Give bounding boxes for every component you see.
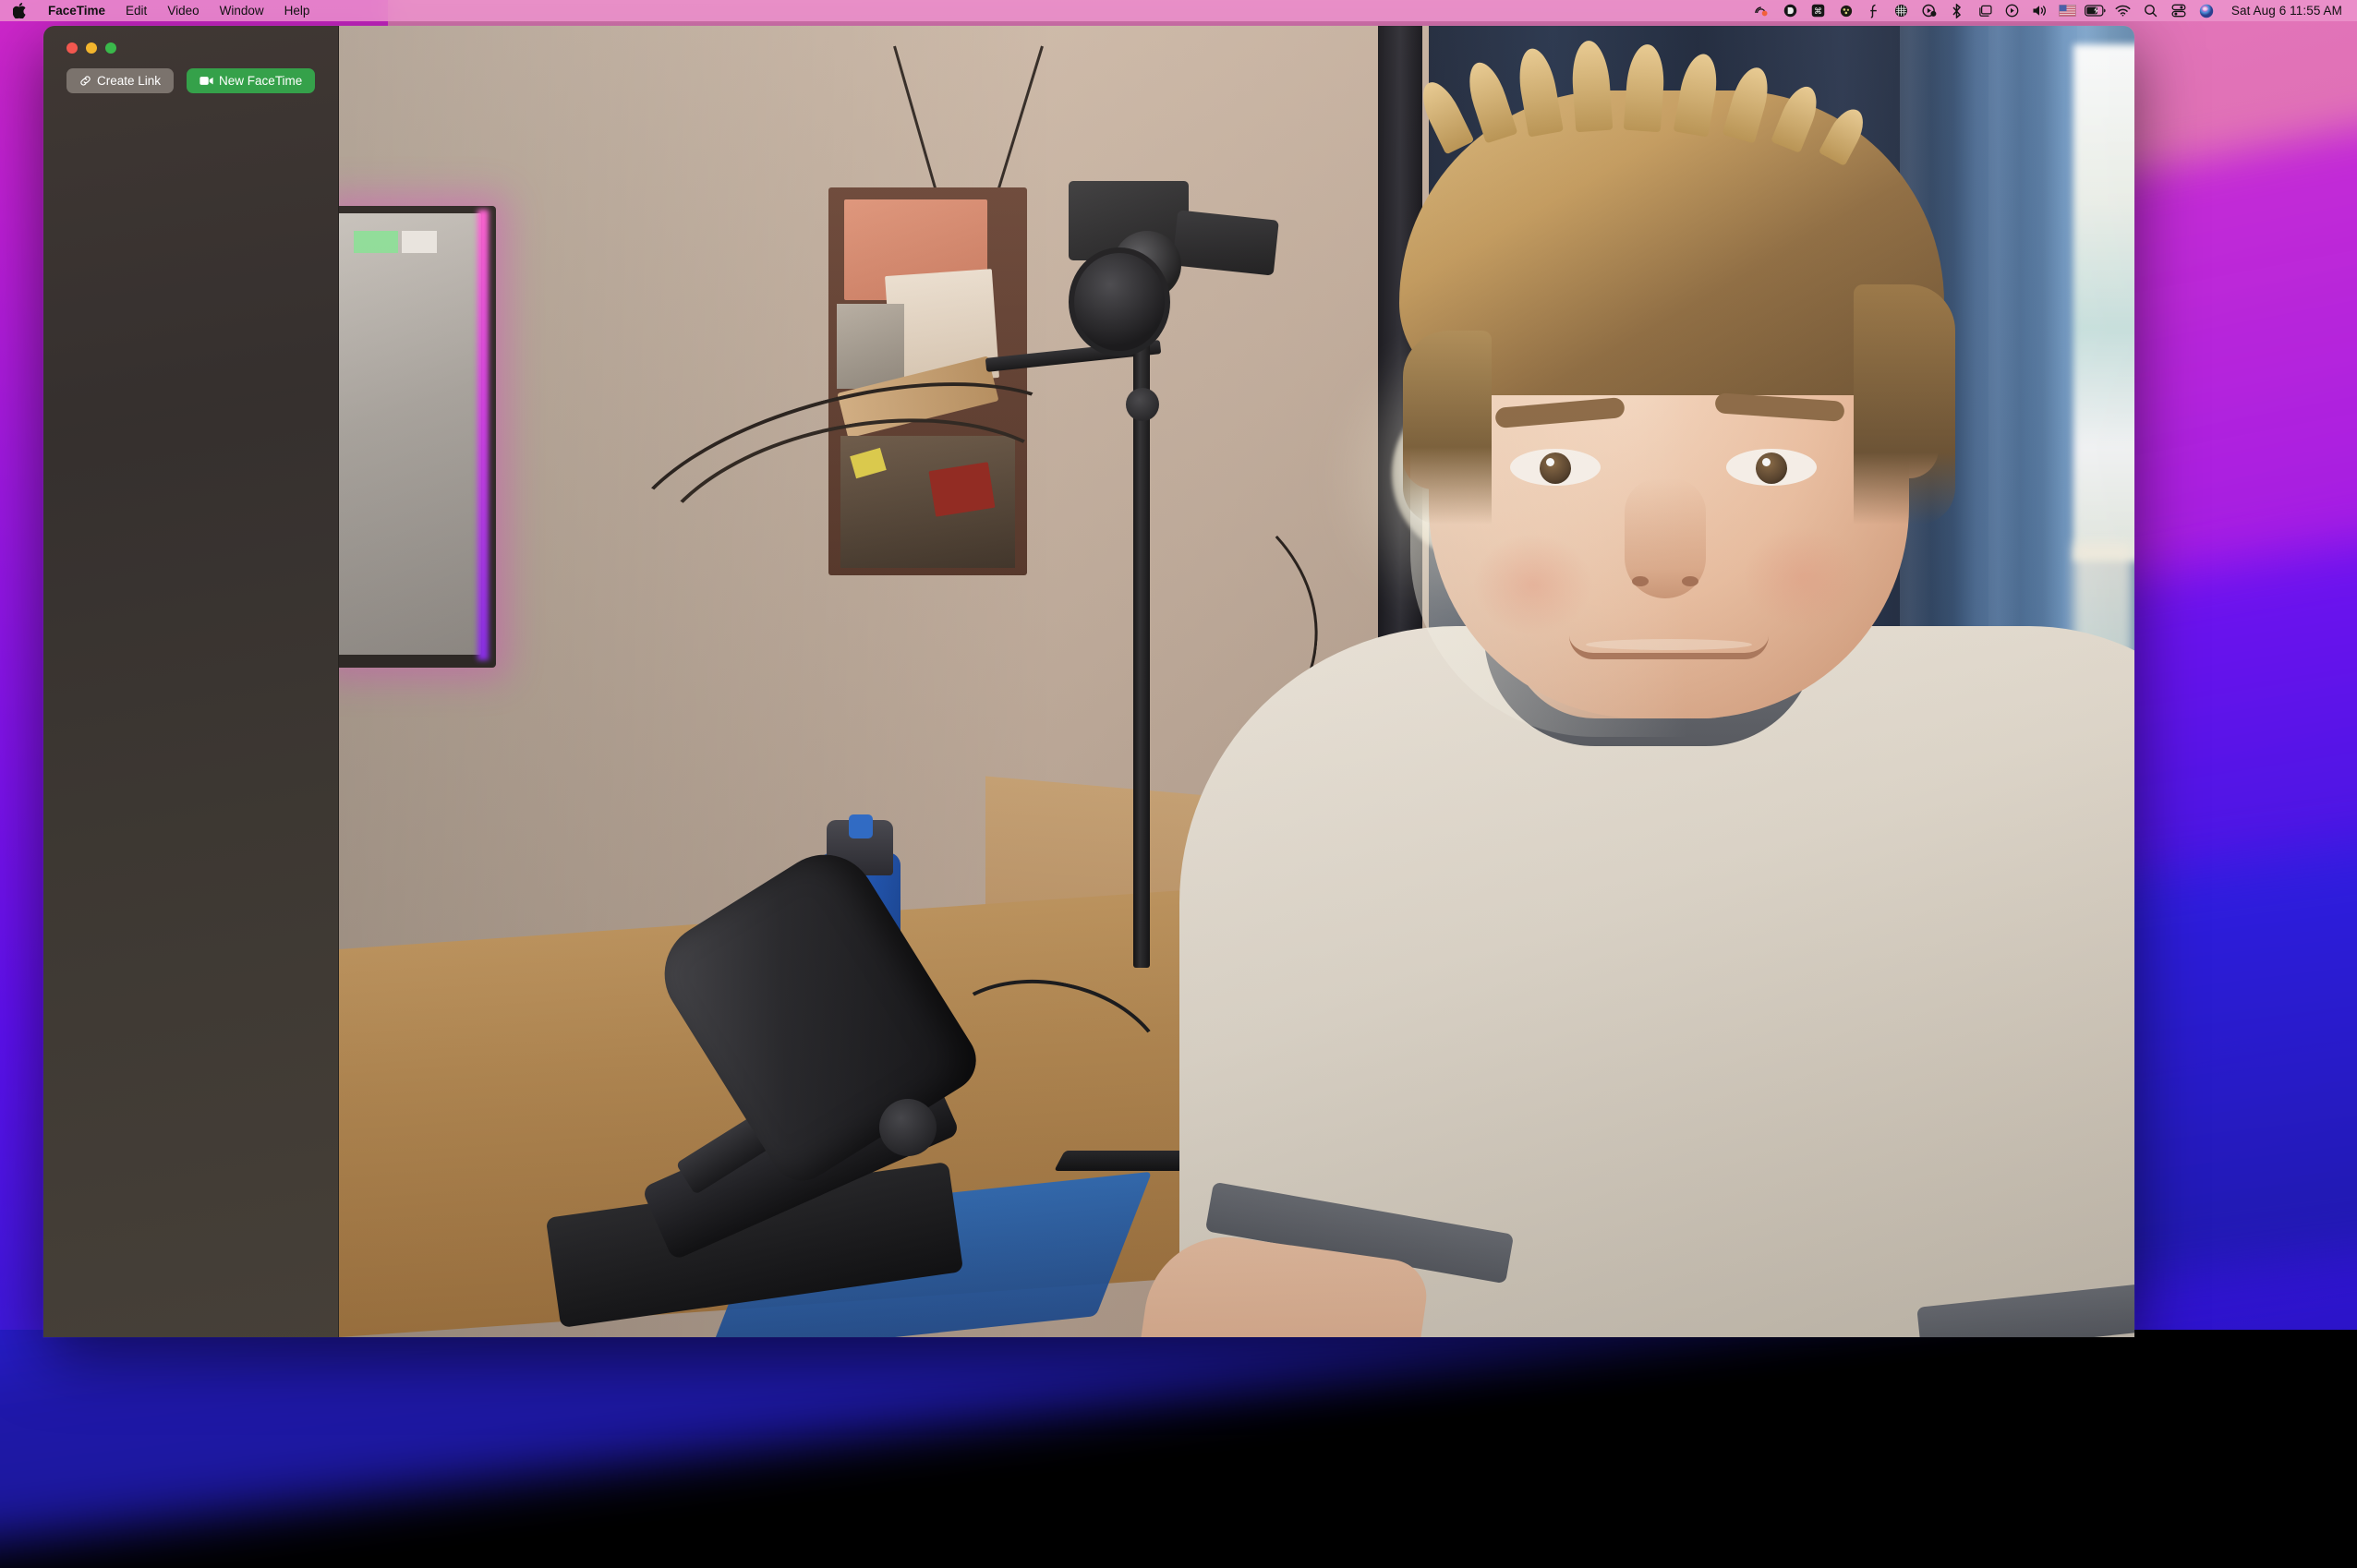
create-link-label: Create Link xyxy=(97,74,161,88)
menu-bar-left-group: FaceTime Edit Video Window Help xyxy=(11,0,320,21)
menu-item-facetime[interactable]: FaceTime xyxy=(38,0,115,21)
battery-charging-icon[interactable] xyxy=(2082,0,2109,21)
link-icon xyxy=(79,75,91,87)
menu-item-window[interactable]: Window xyxy=(210,0,274,21)
menu-bar-clock[interactable]: Sat Aug 6 11:55 AM xyxy=(2224,4,2348,18)
organizer-paper-gray xyxy=(837,304,904,389)
script-app-icon[interactable] xyxy=(1860,0,1888,21)
keyboard-shortcut-icon[interactable]: ⌘ xyxy=(1805,0,1832,21)
close-button[interactable] xyxy=(66,42,78,54)
facetime-sidebar: Create Link New FaceTime xyxy=(43,26,339,1337)
hair-fade-left xyxy=(1403,331,1492,525)
person-eye-left xyxy=(1510,449,1601,486)
person-iris-left xyxy=(1540,452,1571,484)
monitor-rgb-edge xyxy=(477,210,489,660)
menu-bar-status-group: ⌘ xyxy=(1749,0,2224,21)
dark-circle-app-icon[interactable] xyxy=(1832,0,1860,21)
stage-manager-icon[interactable] xyxy=(1971,0,1999,21)
hair-spike xyxy=(1415,76,1475,154)
control-center-icon[interactable] xyxy=(2165,0,2193,21)
mic-yoke-knob xyxy=(879,1099,937,1156)
new-facetime-button[interactable]: New FaceTime xyxy=(187,68,315,93)
person-cheek-left xyxy=(1473,534,1593,635)
monitor-with-rgb-glow xyxy=(339,206,496,668)
person-mouth-highlight xyxy=(1586,639,1752,650)
menu-item-help[interactable]: Help xyxy=(274,0,320,21)
svg-text:⌘: ⌘ xyxy=(1814,7,1822,17)
person-eye-right xyxy=(1726,449,1817,486)
hair-spike xyxy=(1570,40,1614,133)
monitor-green-bar xyxy=(354,231,398,253)
person-cheek-right xyxy=(1743,526,1863,628)
dropbox-icon[interactable] xyxy=(1777,0,1805,21)
media-play-badge-icon[interactable] xyxy=(1916,0,1943,21)
play-circle-icon[interactable] xyxy=(1999,0,2026,21)
water-bottle-tab xyxy=(849,814,873,838)
hair-fade-right xyxy=(1854,284,1955,525)
minimize-button[interactable] xyxy=(86,42,97,54)
hair-spike xyxy=(1624,43,1666,133)
hair-spike xyxy=(1462,58,1518,144)
create-link-button[interactable]: Create Link xyxy=(66,68,174,93)
video-camera-icon xyxy=(199,76,213,86)
screen-recording-icon[interactable] xyxy=(1749,0,1777,21)
spotlight-search-icon[interactable] xyxy=(2137,0,2165,21)
person-nostril-right xyxy=(1682,576,1698,586)
facetime-recents-list[interactable] xyxy=(43,109,339,1337)
volume-icon[interactable] xyxy=(2026,0,2054,21)
input-source-us-flag-icon[interactable] xyxy=(2054,0,2082,21)
wifi-icon[interactable] xyxy=(2109,0,2137,21)
facetime-video-preview[interactable] xyxy=(339,26,2134,1337)
macos-menu-bar[interactable]: FaceTime Edit Video Window Help ⌘ xyxy=(0,0,2357,21)
facetime-toolbar: Create Link New FaceTime xyxy=(66,68,322,93)
window-traffic-lights xyxy=(66,42,116,54)
siri-icon[interactable] xyxy=(2193,0,2220,21)
monitor-screen xyxy=(339,213,481,655)
person-iris-right xyxy=(1756,452,1787,484)
person-nostril-left xyxy=(1632,576,1649,586)
zoom-button[interactable] xyxy=(105,42,116,54)
new-facetime-label: New FaceTime xyxy=(219,74,302,88)
keyboard-grid-icon[interactable] xyxy=(1888,0,1916,21)
facetime-window[interactable]: Create Link New FaceTime xyxy=(43,26,2134,1337)
monitor-white-bar xyxy=(402,231,437,253)
menu-item-edit[interactable]: Edit xyxy=(115,0,157,21)
bluetooth-icon[interactable] xyxy=(1943,0,1971,21)
apple-logo-icon[interactable] xyxy=(11,3,38,18)
person-on-camera xyxy=(1152,54,2134,1337)
menu-item-video[interactable]: Video xyxy=(157,0,209,21)
